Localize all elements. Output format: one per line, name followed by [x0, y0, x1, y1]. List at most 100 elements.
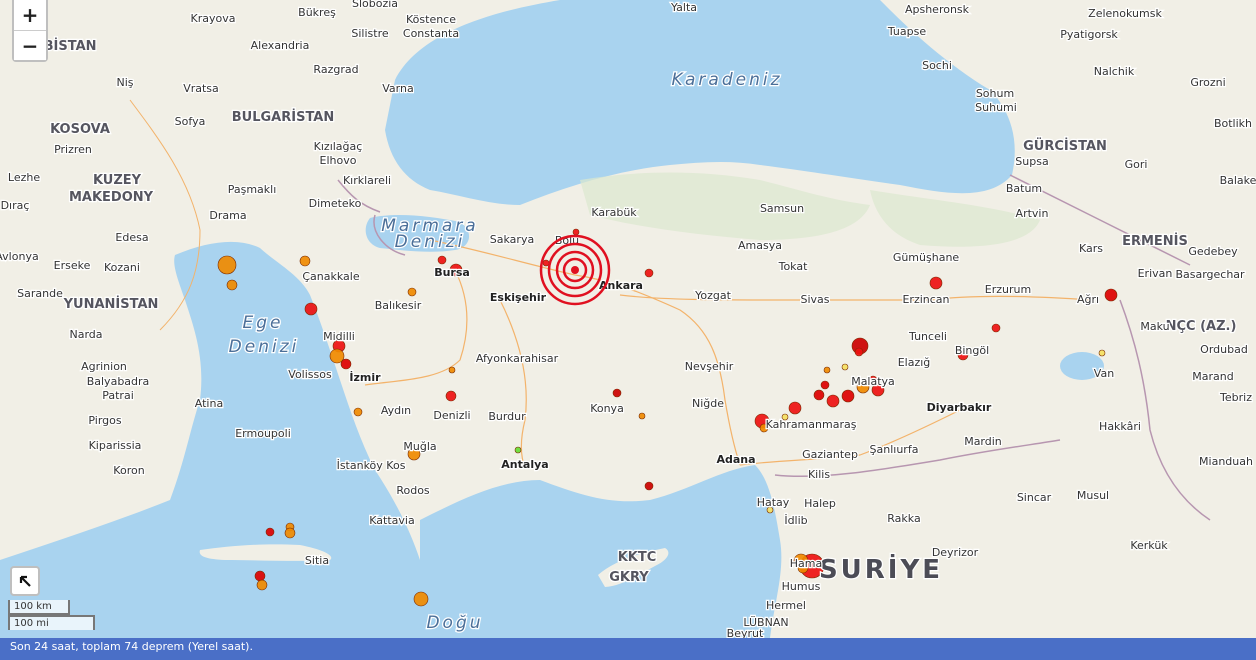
city-label: Tokat: [778, 260, 808, 273]
city-label: Çanakkale: [302, 270, 359, 283]
city-label: Sincar: [1017, 491, 1052, 504]
sea-label: Ege: [243, 313, 284, 333]
city-label: Deyrizor: [932, 546, 979, 559]
earthquake-marker[interactable]: [437, 255, 447, 265]
city-label: Kızılağaç: [314, 140, 363, 153]
country-label: ERMENİS: [1122, 233, 1188, 249]
city-label: İstanköy Kos: [337, 459, 406, 472]
earthquake-marker[interactable]: [644, 481, 654, 491]
earthquake-marker[interactable]: [407, 287, 417, 297]
city-label: Erzurum: [985, 283, 1031, 296]
city-label: Koron: [113, 464, 144, 477]
expand-button[interactable]: [10, 566, 40, 596]
city-label: Samsun: [760, 202, 804, 215]
city-label: Denizli: [433, 409, 470, 422]
city-label: Yalta: [670, 1, 697, 14]
city-label: Paşmaklı: [228, 183, 277, 196]
earthquake-marker[interactable]: [813, 389, 825, 401]
city-label: Drama: [209, 209, 246, 222]
zoom-in-button[interactable]: +: [14, 0, 46, 30]
city-label: Köstence: [406, 13, 456, 26]
earthquake-marker[interactable]: [854, 347, 864, 357]
city-label: Bükreş: [298, 6, 336, 19]
earthquake-marker[interactable]: [448, 366, 456, 374]
city-label: Rakka: [887, 512, 920, 525]
city-label: Zelenokumsk: [1088, 7, 1162, 20]
city-label: Edesa: [115, 231, 148, 244]
earthquake-marker[interactable]: [820, 380, 830, 390]
city-label: Alexandria: [251, 39, 310, 52]
earthquake-marker[interactable]: [1104, 288, 1118, 302]
zoom-out-button[interactable]: −: [14, 30, 46, 60]
earthquake-marker[interactable]: [353, 407, 363, 417]
epicenter-dot: [571, 266, 579, 274]
earthquake-marker[interactable]: [256, 579, 268, 591]
city-label: Grozni: [1190, 76, 1225, 89]
earthquake-marker[interactable]: [340, 358, 352, 370]
city-label: Sofya: [175, 115, 206, 128]
city-label: Dimeteko: [309, 197, 362, 210]
city-label: Atina: [195, 397, 223, 410]
country-label: GÜRCİSTAN: [1023, 138, 1107, 154]
earthquake-marker[interactable]: [612, 388, 622, 398]
earthquake-marker[interactable]: [284, 527, 296, 539]
earthquake-marker[interactable]: [841, 389, 855, 403]
earthquake-marker[interactable]: [991, 323, 1001, 333]
city-label: Erzincan: [902, 293, 949, 306]
earthquake-marker[interactable]: [265, 527, 275, 537]
earthquake-marker[interactable]: [413, 591, 429, 607]
city-label: Afyonkarahisar: [476, 352, 559, 365]
country-label: GKRY: [609, 570, 649, 585]
city-label: Tuapse: [887, 25, 926, 38]
earthquake-marker[interactable]: [217, 255, 237, 275]
earthquake-marker[interactable]: [1098, 349, 1106, 357]
city-label: Malatya: [851, 375, 895, 388]
city-label: Elazığ: [898, 356, 931, 369]
earthquake-marker[interactable]: [638, 412, 646, 420]
city-label: Aydın: [381, 404, 411, 417]
earthquake-marker[interactable]: [226, 279, 238, 291]
city-label: Kilis: [808, 468, 830, 481]
earthquake-marker[interactable]: [254, 570, 266, 582]
city-label: Sakarya: [490, 233, 534, 246]
city-label: Pirgos: [88, 414, 121, 427]
earthquake-marker[interactable]: [823, 366, 831, 374]
earthquake-marker[interactable]: [304, 302, 318, 316]
city-label: Sohum: [976, 87, 1014, 100]
earthquake-marker[interactable]: [514, 446, 522, 454]
city-label: Vratsa: [183, 82, 219, 95]
earthquake-marker[interactable]: [929, 276, 943, 290]
city-label: Tunceli: [908, 330, 947, 343]
city-label: Kattavia: [369, 514, 414, 527]
city-label: Razgrad: [313, 63, 358, 76]
earthquake-marker[interactable]: [542, 259, 550, 267]
country-label: NÇC (AZ.): [1166, 319, 1237, 334]
earthquake-marker[interactable]: [841, 363, 849, 371]
earthquake-marker[interactable]: [445, 390, 457, 402]
earthquake-marker[interactable]: [826, 394, 840, 408]
arrow-expand-icon: [19, 575, 31, 587]
city-label: Dıraç: [1, 199, 30, 212]
city-label: Balake: [1220, 174, 1256, 187]
city-label: Niğde: [692, 397, 724, 410]
city-label: Bingöl: [955, 344, 989, 357]
earthquake-marker[interactable]: [788, 401, 802, 415]
city-label: Adana: [716, 453, 755, 466]
city-label: Slobozia: [352, 0, 398, 10]
earthquake-marker[interactable]: [299, 255, 311, 267]
sea-label: Denizi: [229, 337, 300, 357]
city-label: Krayova: [191, 12, 236, 25]
city-label: Gedebey: [1188, 245, 1238, 258]
city-label: Ordubad: [1200, 343, 1248, 356]
city-label: Nevşehir: [685, 360, 734, 373]
earthquake-marker[interactable]: [644, 268, 654, 278]
city-label: Pyatigorsk: [1060, 28, 1118, 41]
city-label: Van: [1094, 367, 1114, 380]
city-label: Constanta: [403, 27, 459, 40]
city-label: Amasya: [738, 239, 782, 252]
map-canvas[interactable]: Karadeniz Marmara Denizi Ege Denizi Doğu SIRBİ…: [0, 0, 1256, 641]
city-label: Ermoupoli: [235, 427, 291, 440]
city-label: Elhovo: [320, 154, 357, 167]
city-label: Hatay: [757, 496, 790, 509]
city-label: Sitia: [305, 554, 329, 567]
